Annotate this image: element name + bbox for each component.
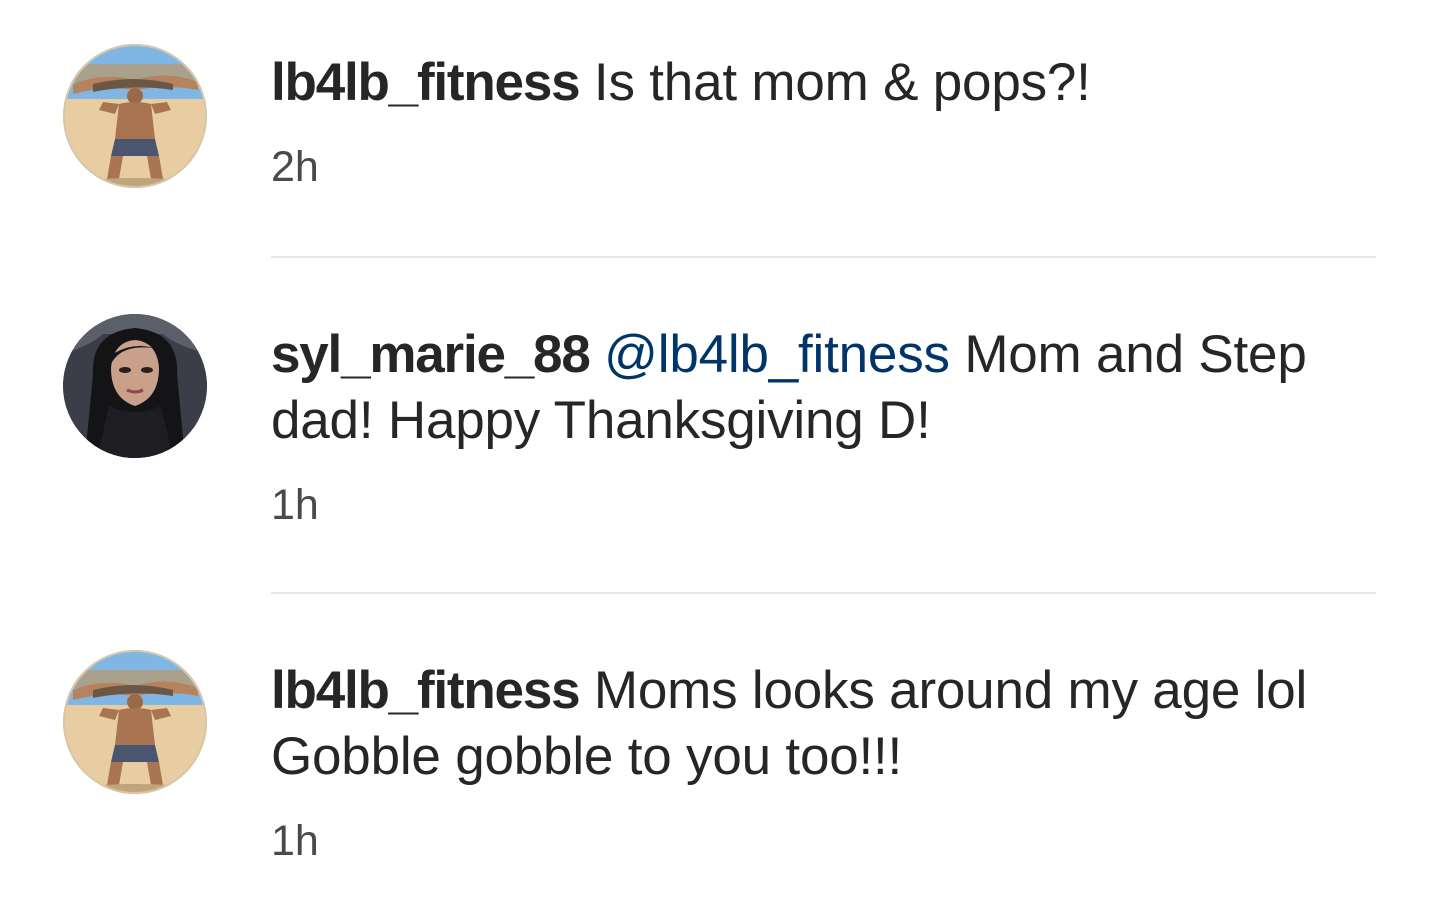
- comment-timestamp: 1h: [271, 481, 319, 529]
- comment-username[interactable]: syl_marie_88: [271, 325, 591, 384]
- comment-timestamp: 1h: [271, 817, 319, 865]
- dark-hair-selfie-avatar: [63, 314, 207, 458]
- comment-message: Is that mom & pops?!: [579, 53, 1091, 112]
- avatar[interactable]: [63, 314, 207, 458]
- beach-fitness-avatar: [63, 650, 207, 794]
- comment-username[interactable]: lb4lb_fitness: [271, 53, 581, 112]
- divider: [271, 256, 1376, 258]
- comment-body: lb4lb_fitness Is that mom & pops?! 2h: [271, 50, 1376, 192]
- avatar[interactable]: [63, 650, 207, 794]
- comment-username[interactable]: lb4lb_fitness: [271, 661, 581, 720]
- comment-text: lb4lb_fitness Moms looks around my age l…: [271, 658, 1376, 790]
- comment-mention[interactable]: @lb4lb_fitness: [604, 325, 950, 384]
- avatar[interactable]: [63, 44, 207, 188]
- beach-fitness-avatar: [63, 44, 207, 188]
- divider: [271, 592, 1376, 594]
- comment-text: syl_marie_88 @lb4lb_fitness Mom and Step…: [271, 322, 1376, 454]
- comment-text: lb4lb_fitness Is that mom & pops?!: [271, 50, 1376, 116]
- comment-timestamp: 2h: [271, 143, 319, 191]
- comment-body: syl_marie_88 @lb4lb_fitness Mom and Step…: [271, 322, 1376, 530]
- comment-body: lb4lb_fitness Moms looks around my age l…: [271, 658, 1376, 866]
